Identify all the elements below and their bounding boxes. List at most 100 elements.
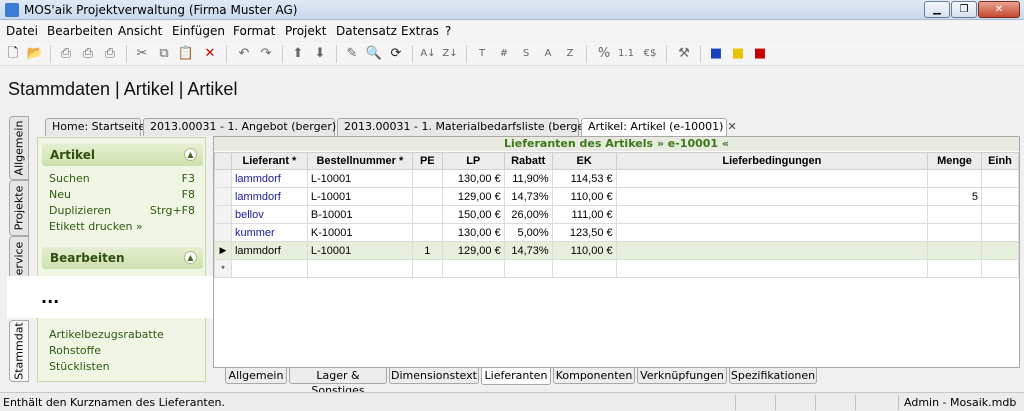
collapse-icon[interactable]: ▲ xyxy=(184,251,197,264)
table-row[interactable]: lammdorf L-10001 130,00 € 11,90% 114,53 … xyxy=(214,169,1020,188)
cell-empty[interactable] xyxy=(306,259,413,278)
close-tab-icon[interactable]: ✕ xyxy=(727,120,736,133)
number-format-icon[interactable]: # xyxy=(494,44,514,64)
cut-icon[interactable]: ✂ xyxy=(132,44,152,64)
cell-ek[interactable]: 114,53 € xyxy=(551,169,617,188)
menu-bearbeiten[interactable]: Bearbeiten xyxy=(47,24,113,38)
tab-verknuepfungen[interactable]: Verknüpfungen xyxy=(637,368,727,384)
cell-menge[interactable] xyxy=(927,169,982,188)
blue-puzzle-icon[interactable]: ■ xyxy=(706,44,726,64)
cell-lieferbedingungen[interactable] xyxy=(615,187,929,206)
current-row-indicator[interactable]: ▶ xyxy=(214,241,232,260)
tab-lager-sonstiges[interactable]: Lager & Sonstiges xyxy=(289,368,387,397)
menu-datei[interactable]: Datei xyxy=(6,24,38,38)
yellow-puzzle-icon[interactable]: ■ xyxy=(728,44,748,64)
row-indicator[interactable] xyxy=(214,187,232,206)
cell-rabatt[interactable]: 26,00% xyxy=(503,205,553,224)
doctab-materialbedarfsliste[interactable]: 2013.00031 - 1. Materialbedarfsliste (be… xyxy=(337,118,606,136)
vtab-projekte[interactable]: Projekte xyxy=(9,180,29,236)
cell-rabatt[interactable]: 5,00% xyxy=(503,223,553,242)
table-row[interactable]: lammdorf L-10001 129,00 € 14,73% 110,00 … xyxy=(214,187,1020,206)
cell-lp[interactable]: 129,00 € xyxy=(441,241,505,260)
numbering-icon[interactable]: 1.1 xyxy=(616,44,636,64)
action-rohstoffe[interactable]: Rohstoffe xyxy=(49,344,101,357)
column-header[interactable]: Rabatt xyxy=(503,152,553,170)
sort-descending-icon[interactable]: Z↓ xyxy=(440,44,460,64)
menu-format[interactable]: Format xyxy=(233,24,275,38)
cell-empty[interactable] xyxy=(411,259,443,278)
cell-rabatt[interactable]: 14,73% xyxy=(503,187,553,206)
cell-einheit[interactable] xyxy=(980,223,1020,242)
column-header[interactable]: Lieferbedingungen xyxy=(615,152,929,170)
row-indicator[interactable] xyxy=(214,169,232,188)
search-icon[interactable]: 🔍 xyxy=(364,44,384,64)
print-icon[interactable]: ⎙ xyxy=(78,44,98,64)
tools-icon[interactable]: ⚒ xyxy=(674,44,694,64)
a-format-icon[interactable]: A xyxy=(538,44,558,64)
menu-projekt[interactable]: Projekt xyxy=(285,24,326,38)
cell-rabatt[interactable]: 11,90% xyxy=(503,169,553,188)
move-up-icon[interactable]: ⬆ xyxy=(288,44,308,64)
minimize-button[interactable]: ▁ xyxy=(924,1,950,18)
vtab-stammdaten[interactable]: Stammdat xyxy=(9,320,29,382)
cell-pe[interactable]: 1 xyxy=(411,241,443,260)
column-header[interactable]: LP xyxy=(441,152,505,170)
doctab-artikel[interactable]: Artikel: Artikel (e-10001) ✕ xyxy=(581,118,737,136)
cell-pe[interactable] xyxy=(411,169,443,188)
close-button[interactable]: ✕ xyxy=(978,1,1020,18)
cell-bestellnummer[interactable]: B-10001 xyxy=(306,205,413,224)
cell-ek[interactable]: 110,00 € xyxy=(551,187,617,206)
refresh-icon[interactable]: ⟳ xyxy=(386,44,406,64)
edit-pencil-icon[interactable]: ✎ xyxy=(342,44,362,64)
menu-help[interactable]: ? xyxy=(445,24,451,38)
cell-lp[interactable]: 129,00 € xyxy=(441,187,505,206)
cell-empty[interactable] xyxy=(980,259,1020,278)
red-puzzle-icon[interactable]: ■ xyxy=(750,44,770,64)
table-row[interactable]: bellov B-10001 150,00 € 26,00% 111,00 € xyxy=(214,205,1020,224)
cell-lieferbedingungen[interactable] xyxy=(615,223,929,242)
print-setup-icon[interactable]: ⎙ xyxy=(100,44,120,64)
paste-icon[interactable]: 📋 xyxy=(176,44,196,64)
new-row-indicator[interactable]: * xyxy=(214,259,232,278)
cell-einheit[interactable] xyxy=(980,187,1020,206)
cell-pe[interactable] xyxy=(411,223,443,242)
column-header[interactable]: EK xyxy=(551,152,617,170)
cell-lieferant[interactable]: lammdorf xyxy=(230,187,308,206)
column-header[interactable]: Lieferant * xyxy=(230,152,308,170)
cell-lieferbedingungen[interactable] xyxy=(615,205,929,224)
row-indicator[interactable] xyxy=(214,205,232,224)
maximize-button[interactable]: ❐ xyxy=(951,1,977,18)
sort-ascending-icon[interactable]: A↓ xyxy=(418,44,438,64)
menu-datensatz[interactable]: Datensatz xyxy=(336,24,397,38)
redo-icon[interactable]: ↷ xyxy=(256,44,276,64)
currency-icon[interactable]: €$ xyxy=(640,44,660,64)
cell-ek[interactable]: 110,00 € xyxy=(551,241,617,260)
cell-pe[interactable] xyxy=(411,187,443,206)
cell-menge[interactable] xyxy=(927,223,982,242)
doctab-home[interactable]: Home: Startseite xyxy=(45,118,145,136)
text-format-icon[interactable]: T xyxy=(472,44,492,64)
open-folder-icon[interactable]: 📂 xyxy=(25,44,45,64)
table-row[interactable]: kummer K-10001 130,00 € 5,00% 123,50 € xyxy=(214,223,1020,242)
cell-lp[interactable]: 130,00 € xyxy=(441,223,505,242)
cell-lieferant[interactable]: bellov xyxy=(230,205,308,224)
cell-lieferbedingungen[interactable] xyxy=(615,241,929,260)
tab-allgemein[interactable]: Allgemein xyxy=(225,368,287,384)
column-header[interactable]: Menge xyxy=(927,152,982,170)
cell-pe[interactable] xyxy=(411,205,443,224)
cell-menge[interactable] xyxy=(927,205,982,224)
cell-ek[interactable]: 123,50 € xyxy=(551,223,617,242)
menu-extras[interactable]: Extras xyxy=(401,24,439,38)
cell-lieferant[interactable]: lammdorf xyxy=(230,241,308,260)
column-header[interactable]: PE xyxy=(411,152,443,170)
vtab-allgemein[interactable]: Allgemein xyxy=(9,116,29,180)
move-down-icon[interactable]: ⬇ xyxy=(310,44,330,64)
cell-empty[interactable] xyxy=(927,259,982,278)
table-row-selected[interactable]: ▶ lammdorf L-10001 1 129,00 € 14,73% 110… xyxy=(214,241,1020,260)
cell-lp[interactable]: 150,00 € xyxy=(441,205,505,224)
collapse-icon[interactable]: ▲ xyxy=(184,148,197,161)
cell-empty[interactable] xyxy=(615,259,929,278)
action-artikelbezugsrabatte[interactable]: Artikelbezugsrabatte xyxy=(49,328,164,341)
tab-lieferanten[interactable]: Lieferanten xyxy=(481,368,551,385)
doctab-angebot[interactable]: 2013.00031 - 1. Angebot (berger)✕ xyxy=(143,118,349,136)
